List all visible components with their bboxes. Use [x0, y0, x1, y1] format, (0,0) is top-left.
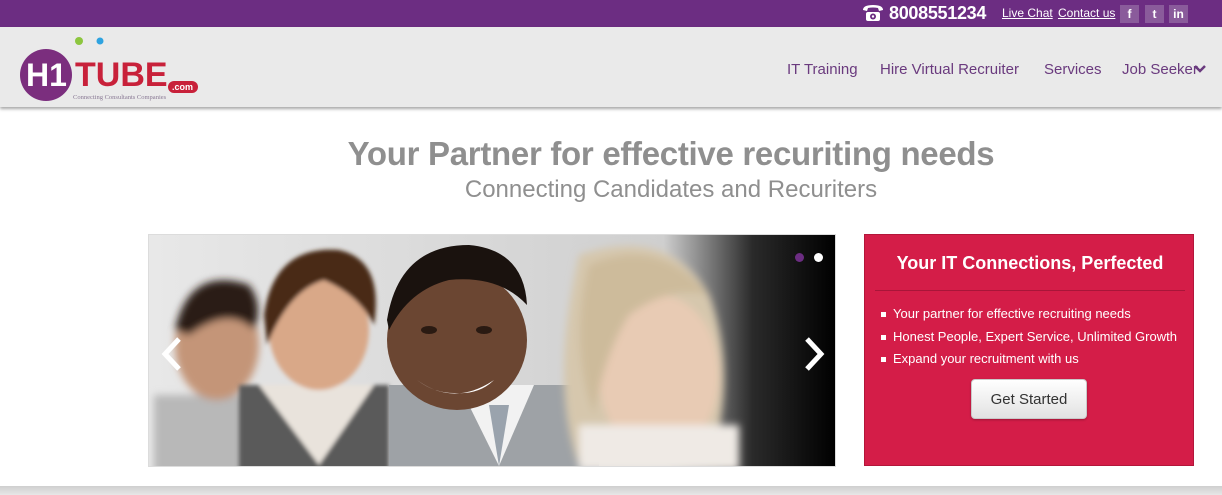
- phone-contact[interactable]: 8008551234: [862, 2, 986, 24]
- hero-title: Your Partner for effective recuriting ne…: [347, 135, 995, 172]
- svg-text:Connecting Consultants Compani: Connecting Consultants Companies: [73, 94, 167, 101]
- promo-bullet-list: Your partner for effective recruiting ne…: [881, 303, 1177, 371]
- top-bar: 8008551234 Live Chat Contact us f t in: [0, 0, 1222, 27]
- list-item: Your partner for effective recruiting ne…: [881, 303, 1177, 326]
- section-divider: [0, 486, 1222, 495]
- get-started-button[interactable]: Get Started: [971, 379, 1087, 419]
- nav-hire-virtual-recruiter[interactable]: Hire Virtual Recruiter: [880, 61, 1019, 78]
- bullet-square-icon: [881, 357, 886, 362]
- carousel-dot-1[interactable]: [795, 253, 804, 262]
- twitter-icon[interactable]: t: [1145, 5, 1164, 23]
- svg-text:H1: H1: [26, 57, 67, 93]
- facebook-icon[interactable]: f: [1120, 5, 1139, 23]
- list-item: Honest People, Expert Service, Unlimited…: [881, 326, 1177, 349]
- bullet-square-icon: [881, 334, 886, 340]
- promo-box: Your IT Connections, Perfected Your part…: [864, 234, 1194, 466]
- image-carousel[interactable]: [148, 234, 836, 467]
- nav-services[interactable]: Services: [1044, 61, 1102, 78]
- bullet-square-icon: [881, 312, 886, 317]
- nav-job-seeker[interactable]: Job Seeker: [1122, 61, 1198, 78]
- carousel-dot-2[interactable]: [814, 253, 823, 262]
- promo-divider: [875, 290, 1185, 291]
- svg-text:.com: .com: [172, 82, 193, 92]
- carousel-prev-arrow-icon[interactable]: [159, 335, 185, 373]
- promo-title: Your IT Connections, Perfected: [896, 253, 1164, 273]
- linkedin-icon[interactable]: in: [1169, 5, 1188, 23]
- site-header: H1 TUBE .com Connecting Consultants Comp…: [0, 27, 1222, 107]
- contact-us-link[interactable]: Contact us: [1058, 6, 1115, 20]
- h1tube-logo[interactable]: H1 TUBE .com Connecting Consultants Comp…: [20, 35, 205, 105]
- live-chat-link[interactable]: Live Chat: [1002, 6, 1053, 20]
- svg-text:TUBE: TUBE: [75, 56, 168, 94]
- carousel-slide-image: [149, 235, 835, 466]
- list-item: Expand your recruitment with us: [881, 348, 1177, 371]
- hero-subtitle: Connecting Candidates and Recuriters: [464, 176, 878, 203]
- telephone-icon: [863, 5, 883, 21]
- carousel-next-arrow-icon[interactable]: [801, 335, 827, 373]
- nav-it-training[interactable]: IT Training: [787, 61, 858, 78]
- phone-number: 8008551234: [889, 2, 987, 23]
- chevron-down-icon[interactable]: [1193, 63, 1207, 75]
